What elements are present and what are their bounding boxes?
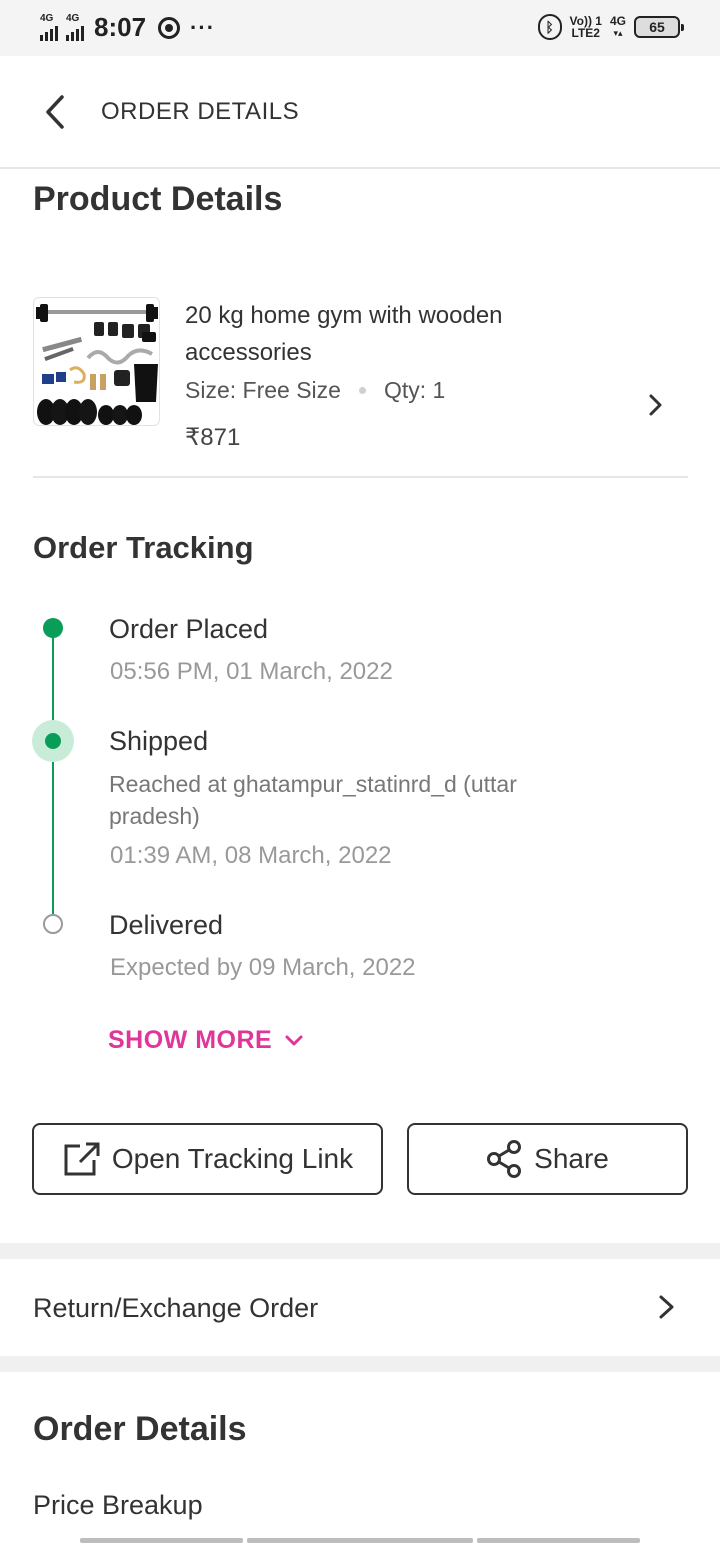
show-more-button[interactable]: SHOW MORE <box>108 1026 304 1055</box>
app-header: ORDER DETAILS <box>0 56 720 169</box>
status-bar-right: ᛒ Vo)) 1 LTE2 4G ▾▴ 65 <box>537 14 684 40</box>
external-link-icon <box>64 1142 100 1176</box>
battery-icon: 65 <box>634 16 684 38</box>
section-separator <box>0 1243 720 1259</box>
step-detail-shipped: Reached at ghatampur_statinrd_d (uttar p… <box>109 771 517 829</box>
volte-indicator: Vo)) 1 LTE2 <box>569 14 602 40</box>
overflow-dots: ··· <box>190 14 216 40</box>
step-pending-dot <box>43 914 63 934</box>
step-time-order-placed: 05:56 PM, 01 March, 2022 <box>110 658 393 685</box>
back-button[interactable] <box>40 94 72 130</box>
chevron-right-icon <box>658 1294 676 1325</box>
order-details-title: Order Details <box>33 1410 247 1448</box>
status-bar: 4G 4G 8:07 ··· ᛒ Vo)) 1 LTE2 4G ▾▴ 65 <box>0 0 720 56</box>
return-exchange-label: Return/Exchange Order <box>33 1293 319 1323</box>
scroll-indicator <box>477 1538 640 1543</box>
bluetooth-icon: ᛒ <box>537 14 562 40</box>
product-price: ₹871 <box>185 424 241 451</box>
page-title: ORDER DETAILS <box>101 98 300 125</box>
signal-icon-2: 4G <box>66 13 84 41</box>
price-breakup-title: Price Breakup <box>33 1490 203 1520</box>
product-qty: Qty: 1 <box>383 377 446 403</box>
step-title-shipped: Shipped <box>109 726 209 756</box>
scroll-indicator <box>80 1538 243 1543</box>
step-title-delivered: Delivered <box>109 910 224 940</box>
clock: 8:07 <box>94 12 147 42</box>
signal-icon: 4G <box>40 13 58 41</box>
back-chevron-icon <box>46 95 64 129</box>
step-title-order-placed: Order Placed <box>109 614 269 644</box>
section-separator <box>0 1356 720 1372</box>
chevron-right-icon[interactable] <box>648 393 664 422</box>
network-4g-indicator: 4G ▾▴ <box>609 14 626 38</box>
timeline-line <box>52 628 54 924</box>
chrome-icon <box>158 16 181 39</box>
return-exchange-row[interactable]: Return/Exchange Order <box>0 1260 720 1356</box>
product-card[interactable]: 20 kg home gym with wooden accessories S… <box>33 297 688 457</box>
separator-dot <box>358 387 366 394</box>
share-icon <box>487 1140 522 1178</box>
open-tracking-link-button[interactable]: Open Tracking Link <box>32 1123 383 1195</box>
order-tracking-title: Order Tracking <box>33 530 254 565</box>
product-name: 20 kg home gym with wooden accessories <box>185 302 503 366</box>
product-details-title: Product Details <box>33 180 283 218</box>
step-completed-dot <box>43 618 63 638</box>
step-time-shipped: 01:39 AM, 08 March, 2022 <box>110 842 392 869</box>
status-bar-left: 4G 4G 8:07 ··· <box>40 12 215 43</box>
product-size: Size: Free Size <box>185 377 341 403</box>
step-current-dot <box>45 733 61 749</box>
scroll-indicator <box>247 1538 473 1543</box>
share-label: Share <box>534 1143 609 1174</box>
chevron-down-icon <box>285 1035 303 1045</box>
product-meta: Size: Free Size Qty: 1 <box>185 377 445 404</box>
open-tracking-link-label: Open Tracking Link <box>111 1143 354 1174</box>
show-more-label: SHOW MORE <box>108 1026 273 1054</box>
divider <box>33 476 688 478</box>
share-button[interactable]: Share <box>407 1123 688 1195</box>
product-image <box>33 297 160 426</box>
step-time-delivered: Expected by 09 March, 2022 <box>110 954 416 981</box>
tracking-timeline: Order Placed 05:56 PM, 01 March, 2022 Sh… <box>32 610 688 990</box>
